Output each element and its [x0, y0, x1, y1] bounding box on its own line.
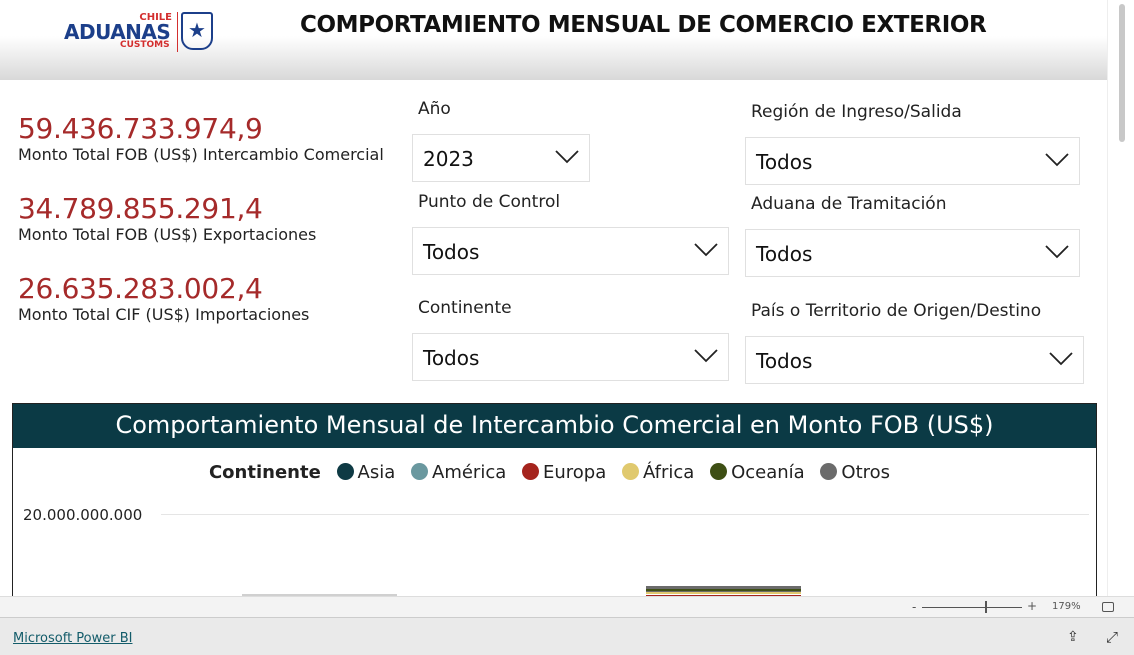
legend-dot: [820, 463, 838, 480]
dropdown-value: 2023: [423, 147, 474, 171]
chart-legend: Continente Asia América Europa África Oc…: [13, 462, 1096, 483]
page-title: COMPORTAMIENTO MENSUAL DE COMERCIO EXTER…: [300, 12, 987, 38]
kpi-label: Monto Total CIF (US$) Importaciones: [18, 305, 310, 324]
legend-label: América: [432, 462, 507, 483]
legend-item-otros[interactable]: Otros: [820, 462, 890, 483]
legend-dot: [521, 463, 539, 480]
legend-title: Continente: [208, 462, 321, 483]
share-icon[interactable]: ⇪: [1067, 629, 1079, 645]
kpi-value: 26.635.283.002,4: [18, 272, 263, 305]
legend-dot: [710, 463, 728, 480]
legend-dot: [621, 463, 639, 480]
kpi-importaciones: 26.635.283.002,4 Monto Total CIF (US$) I…: [18, 272, 309, 324]
dropdown-value: Todos: [423, 346, 480, 370]
dropdown-value: Todos: [423, 240, 480, 264]
legend-item-asia[interactable]: Asia: [336, 462, 396, 483]
pais-dropdown[interactable]: Todos: [745, 336, 1084, 384]
fullscreen-icon[interactable]: ⤢: [1106, 628, 1118, 646]
legend-item-europa[interactable]: Europa: [521, 462, 607, 483]
kpi-label: Monto Total FOB (US$) Intercambio Comerc…: [18, 145, 384, 164]
dropdown-value: Todos: [756, 349, 813, 373]
zoom-bar: - + 179%: [0, 596, 1134, 618]
fit-to-page-icon[interactable]: [1102, 602, 1114, 612]
legend-label: Europa: [542, 462, 607, 483]
kpi-value: 59.436.733.974,9: [18, 112, 263, 145]
zoom-out-button[interactable]: -: [912, 600, 916, 614]
anio-label: Año: [418, 99, 451, 119]
aduanas-logo: CHILE ADUANAS CUSTOMS ★: [64, 12, 214, 54]
aduana-dropdown[interactable]: Todos: [745, 229, 1080, 277]
vertical-scrollbar[interactable]: [1107, 0, 1134, 596]
y-axis-tick: 20.000.000.000: [23, 506, 143, 524]
chevron-down-icon: [1049, 352, 1073, 366]
shield-star-icon: ★: [181, 12, 213, 50]
kpi-intercambio: 59.436.733.974,9 Monto Total FOB (US$) I…: [18, 112, 384, 164]
power-bi-link[interactable]: Microsoft Power BI: [13, 631, 132, 646]
continente-label: Continente: [418, 298, 512, 318]
chevron-down-icon: [1045, 245, 1069, 259]
chevron-down-icon: [555, 150, 579, 164]
legend-dot: [336, 463, 354, 480]
region-label: Región de Ingreso/Salida: [751, 102, 962, 122]
region-dropdown[interactable]: Todos: [745, 137, 1080, 185]
legend-item-america[interactable]: América: [411, 462, 506, 483]
zoom-slider-handle[interactable]: [985, 601, 987, 613]
punto-label: Punto de Control: [418, 192, 561, 212]
chevron-down-icon: [694, 349, 718, 363]
kpi-label: Monto Total FOB (US$) Exportaciones: [18, 225, 317, 244]
legend-label: Oceanía: [731, 462, 805, 483]
dropdown-value: Todos: [756, 242, 813, 266]
report-header: CHILE ADUANAS CUSTOMS ★ COMPORTAMIENTO M…: [0, 0, 1107, 80]
kpi-value: 34.789.855.291,4: [18, 192, 263, 225]
anio-dropdown[interactable]: 2023: [412, 134, 590, 182]
legend-label: África: [642, 462, 695, 483]
zoom-in-button[interactable]: +: [1027, 599, 1037, 613]
footer: Microsoft Power BI ⇪ ⤢: [0, 618, 1134, 655]
legend-item-oceania[interactable]: Oceanía: [710, 462, 805, 483]
zoom-level: 179%: [1052, 601, 1081, 612]
legend-dot: [411, 463, 428, 480]
kpi-exportaciones: 34.789.855.291,4 Monto Total FOB (US$) E…: [18, 192, 316, 244]
gridline: [161, 514, 1089, 515]
logo-divider: [177, 12, 178, 52]
chevron-down-icon: [694, 243, 718, 257]
punto-dropdown[interactable]: Todos: [412, 227, 729, 275]
zoom-slider[interactable]: [922, 607, 1022, 608]
legend-label: Asia: [357, 462, 396, 483]
pais-label: País o Territorio de Origen/Destino: [751, 301, 1042, 321]
scrollbar-thumb[interactable]: [1119, 4, 1125, 142]
chevron-down-icon: [1045, 153, 1069, 167]
monthly-chart-card: Comportamiento Mensual de Intercambio Co…: [12, 403, 1097, 603]
aduana-label: Aduana de Tramitación: [751, 194, 947, 214]
chart-title: Comportamiento Mensual de Intercambio Co…: [13, 404, 1096, 448]
dropdown-value: Todos: [756, 150, 813, 174]
legend-item-africa[interactable]: África: [621, 462, 695, 483]
legend-label: Otros: [841, 462, 891, 483]
continente-dropdown[interactable]: Todos: [412, 333, 729, 381]
